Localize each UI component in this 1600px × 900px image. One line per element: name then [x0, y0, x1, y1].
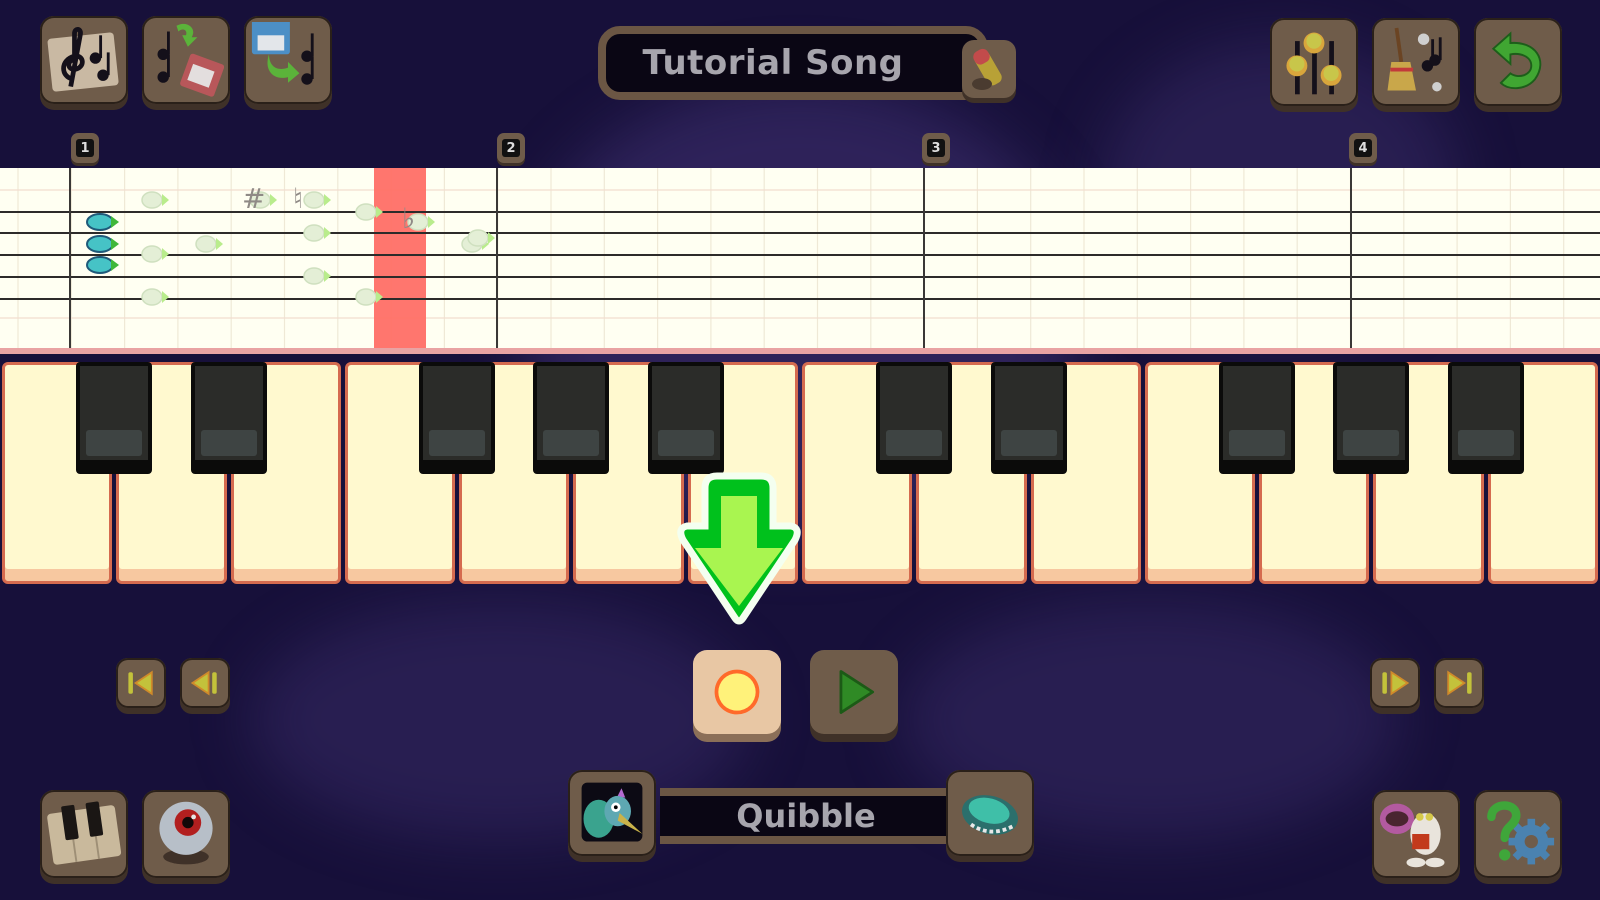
song-title-bar[interactable]: Tutorial Song: [598, 26, 988, 100]
sheet-music-icon: [47, 27, 119, 92]
step-back-button[interactable]: [180, 658, 230, 708]
monster-name-bar: Quibble: [660, 788, 952, 844]
black-key[interactable]: [647, 362, 724, 474]
view-toggle-button[interactable]: [142, 790, 230, 878]
song-title: Tutorial Song: [642, 43, 904, 83]
ghost-note-arrow: [162, 248, 169, 260]
measure-number: 4: [1354, 139, 1372, 157]
ghost-note-arrow: [428, 216, 435, 228]
accidental-symbol: #: [242, 182, 265, 215]
placed-note-arrow: [111, 238, 119, 250]
step-back-icon: [190, 670, 217, 696]
step-forward-icon: [1382, 670, 1410, 696]
accidental-symbol: ♮: [293, 182, 303, 215]
black-key[interactable]: [76, 362, 153, 474]
play-button[interactable]: [810, 650, 898, 734]
ghost-note: [303, 224, 325, 242]
ghost-note: [303, 191, 325, 209]
broom-icon: [1387, 27, 1442, 92]
clear-notes-button[interactable]: [1372, 18, 1460, 106]
record-icon: [714, 669, 760, 715]
monster-egg-button[interactable]: [946, 770, 1034, 856]
measure-number: 2: [502, 139, 520, 157]
ghost-note: [467, 229, 489, 247]
placed-note: [86, 256, 114, 274]
measure-marker[interactable]: 2: [497, 133, 525, 163]
ghost-note-arrow: [162, 194, 169, 206]
eyeball-icon: [159, 801, 213, 865]
undo-arrow-icon: [1491, 31, 1542, 90]
measure-marker[interactable]: 3: [922, 133, 950, 163]
ghost-note-arrow: [216, 238, 223, 250]
black-key[interactable]: [1219, 362, 1296, 474]
skip-to-end-button[interactable]: [1434, 658, 1484, 708]
black-key[interactable]: [533, 362, 610, 474]
placed-note-arrow: [111, 216, 119, 228]
measure-number: 1: [76, 139, 94, 157]
song-sheet-button[interactable]: [40, 16, 128, 104]
placed-note: [86, 213, 114, 231]
measure-marker[interactable]: 4: [1349, 133, 1377, 163]
hint-down-arrow-icon: [677, 472, 801, 625]
record-button[interactable]: [693, 650, 781, 734]
ghost-note: [303, 267, 325, 285]
piano-keys-icon: [47, 801, 122, 865]
step-forward-button[interactable]: [1370, 658, 1420, 708]
black-key[interactable]: [1333, 362, 1410, 474]
ghost-note-arrow: [162, 291, 169, 303]
help-settings-button[interactable]: [1474, 790, 1562, 878]
skip-to-end-icon: [1447, 670, 1472, 696]
help-gear-icon: [1487, 801, 1555, 865]
black-key[interactable]: [190, 362, 267, 474]
play-icon: [839, 670, 875, 714]
black-key[interactable]: [419, 362, 496, 474]
accidental-symbol: ♭: [402, 202, 415, 235]
placed-note-arrow: [111, 259, 119, 271]
quibble-portrait-icon: [581, 782, 643, 842]
load-song-button[interactable]: [244, 16, 332, 104]
ghost-note: [141, 191, 163, 209]
ghost-note-arrow: [324, 194, 331, 206]
ghost-note: [355, 288, 377, 306]
black-key[interactable]: [990, 362, 1067, 474]
mixer-button[interactable]: [1270, 18, 1358, 106]
ghost-note-arrow: [324, 227, 331, 239]
mixer-sliders-icon: [1286, 32, 1342, 95]
monster-egg-icon: [962, 795, 1018, 835]
skip-to-start-icon: [128, 670, 153, 696]
edit-title-button[interactable]: [962, 40, 1016, 98]
load-music-icon: [251, 22, 314, 85]
music-staff[interactable]: # ♮ ♭: [0, 168, 1600, 354]
monster-portrait-button[interactable]: [568, 770, 656, 856]
monster-icon: [1379, 803, 1445, 868]
black-key[interactable]: [876, 362, 953, 474]
staff-grid[interactable]: # ♮ ♭: [0, 168, 1600, 348]
skip-to-start-button[interactable]: [116, 658, 166, 708]
undo-button[interactable]: [1474, 18, 1562, 106]
playhead: [374, 168, 426, 348]
ghost-note: [195, 235, 217, 253]
ghost-note-arrow: [270, 194, 277, 206]
ghost-note: [141, 245, 163, 263]
save-song-button[interactable]: [142, 16, 230, 104]
ghost-note-arrow: [324, 270, 331, 282]
save-music-icon: [157, 23, 224, 97]
ghost-note: [355, 203, 377, 221]
ghost-note: [141, 288, 163, 306]
monster-name: Quibble: [736, 797, 876, 835]
measure-number: 3: [927, 139, 945, 157]
keyboard-mode-button[interactable]: [40, 790, 128, 878]
black-key[interactable]: [1447, 362, 1524, 474]
pencil-icon: [972, 48, 1002, 90]
placed-note: [86, 235, 114, 253]
monster-select-button[interactable]: [1372, 790, 1460, 878]
measure-marker[interactable]: 1: [71, 133, 99, 163]
